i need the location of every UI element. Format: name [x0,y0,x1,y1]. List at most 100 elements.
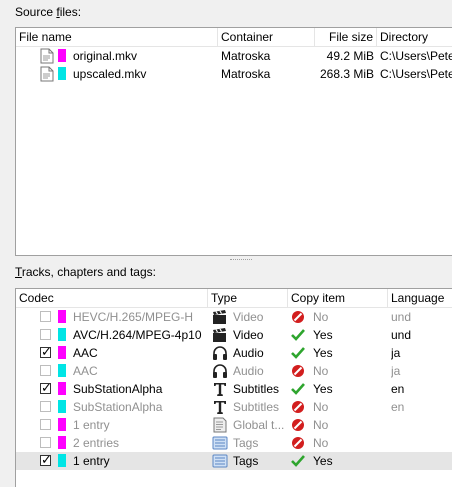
track-type: Video [233,328,264,342]
tags-icon [212,453,228,469]
track-copy-item: Yes [313,346,333,360]
track-copy-item: No [313,436,329,450]
track-row[interactable]: ✓ 1 entry Tags Yes [16,452,452,470]
no-icon [291,436,307,452]
track-checkbox[interactable]: ✓ [40,344,52,359]
file-icon [40,66,56,82]
column-file-size[interactable]: File size [315,28,377,46]
check-icon [291,382,307,398]
file-container: Matroska [221,49,271,63]
column-copy-item[interactable]: Copy item [288,289,388,307]
track-type: Global t... [233,418,285,432]
track-codec: 2 entries [73,436,120,450]
column-container[interactable]: Container [218,28,315,46]
track-codec: HEVC/H.265/MPEG-H [73,310,194,324]
text-icon [212,381,228,397]
splitter-grip[interactable] [230,259,252,263]
track-copy-item: Yes [313,454,333,468]
no-icon [291,400,307,416]
track-row[interactable]: HEVC/H.265/MPEG-H Video No und [16,308,452,326]
track-checkbox[interactable] [40,401,51,412]
column-codec[interactable]: Codec [16,289,208,307]
document-icon [212,417,228,433]
check-icon [291,454,307,470]
track-row[interactable]: AAC Audio No ja [16,362,452,380]
source-files-list[interactable]: File name Container File size Directory … [15,27,452,256]
track-language: und [391,328,412,342]
track-language: und [391,310,412,324]
tracks-header: Codec Type Copy item Language [16,289,452,308]
file-icon [40,48,56,64]
track-language: ja [391,364,401,378]
clapperboard-icon [212,309,228,325]
color-swatch [58,382,66,395]
track-row[interactable]: AVC/H.264/MPEG-4p10 Video Yes und [16,326,452,344]
source-files-label: Source files: [15,5,82,19]
text-icon [212,399,228,415]
column-language[interactable]: Language [388,289,452,307]
clapperboard-icon [212,327,228,343]
track-language: en [391,382,405,396]
headphones-icon [212,345,228,361]
track-copy-item: No [313,310,329,324]
track-row[interactable]: SubStationAlpha Subtitles No en [16,398,452,416]
track-row[interactable]: 2 entries Tags No [16,434,452,452]
file-size: 49.2 MiB [326,49,374,63]
track-codec: AAC [73,364,98,378]
file-name: upscaled.mkv [73,67,147,81]
color-swatch [58,328,66,341]
track-checkbox[interactable] [40,329,51,340]
color-swatch [58,364,66,377]
file-directory: C:\Users\Pete [380,67,452,81]
source-file-row[interactable]: original.mkv Matroska 49.2 MiB C:\Users\Pet… [16,47,452,65]
source-files-header: File name Container File size Directory [16,28,452,47]
track-type: Tags [233,436,259,450]
tracks-label: Tracks, chapters and tags: [15,265,156,279]
no-icon [291,364,307,380]
track-copy-item: No [313,418,329,432]
track-type: Subtitles [233,400,280,414]
headphones-icon [212,363,228,379]
check-icon [291,346,307,362]
column-file-name[interactable]: File name [16,28,218,46]
file-name: original.mkv [73,49,138,63]
check-icon [291,328,307,344]
color-swatch [58,67,66,80]
track-copy-item: Yes [313,328,333,342]
track-type: Tags [233,454,259,468]
track-checkbox[interactable] [40,365,51,376]
track-checkbox[interactable] [40,437,51,448]
track-codec: 1 entry [73,418,110,432]
color-swatch [58,49,66,62]
track-language: en [391,400,405,414]
track-codec: SubStationAlpha [73,400,163,414]
track-codec: AAC [73,346,98,360]
color-swatch [58,418,66,431]
track-checkbox[interactable] [40,419,51,430]
track-language [391,434,451,452]
track-type: Audio [233,364,264,378]
column-type[interactable]: Type [208,289,288,307]
track-row[interactable]: ✓ SubStationAlpha Subtitles Yes en [16,380,452,398]
tags-icon [212,435,228,451]
file-directory: C:\Users\Pete [380,49,452,63]
track-row[interactable]: ✓ AAC Audio Yes ja [16,344,452,362]
track-codec: 1 entry [73,454,110,468]
file-container: Matroska [221,67,271,81]
track-copy-item: No [313,364,329,378]
source-file-row[interactable]: upscaled.mkv Matroska 268.3 MiB C:\Users\Pe… [16,65,452,83]
track-row[interactable]: 1 entry Global t... No [16,416,452,434]
track-language [391,416,451,434]
track-copy-item: No [313,400,329,414]
color-swatch [58,346,66,359]
no-icon [291,310,307,326]
tracks-list[interactable]: Codec Type Copy item Language HEVC/H.265… [15,288,452,487]
track-type: Subtitles [233,382,280,396]
column-directory[interactable]: Directory [377,28,452,46]
track-checkbox[interactable]: ✓ [40,380,52,395]
track-checkbox[interactable]: ✓ [40,452,52,467]
track-codec: SubStationAlpha [73,382,163,396]
color-swatch [58,400,66,413]
track-checkbox[interactable] [40,311,51,322]
color-swatch [58,454,66,467]
